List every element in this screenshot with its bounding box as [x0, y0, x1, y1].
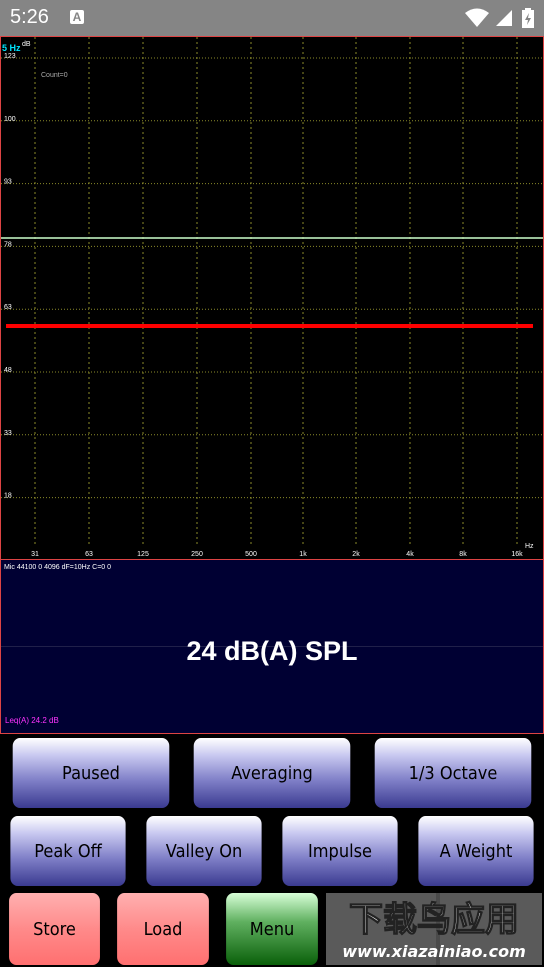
x-tick-label: 31 [31, 551, 39, 558]
svg-text:www.xiazainiao.com: www.xiazainiao.com [342, 942, 525, 961]
load-button[interactable]: Load [117, 893, 209, 965]
watermark-logo: 下载鸟应用 www.xiazainiao.com [326, 893, 542, 965]
y-tick-label: 33 [4, 430, 12, 437]
y-tick-label: 93 [4, 179, 12, 186]
x-tick-label: 1k [299, 551, 307, 558]
store-button[interactable]: Store [9, 893, 100, 965]
x-tick-label: 8k [459, 551, 467, 558]
y-tick-label: 100 [4, 116, 16, 123]
svg-text:下载鸟应用: 下载鸟应用 [349, 900, 519, 940]
impulse-button[interactable]: Impulse [282, 816, 398, 886]
reading-panel: Mic 44100 0 4096 dF=10Hz C=0 0 24 dB(A) … [0, 559, 544, 734]
status-time: 5:26 [10, 6, 49, 28]
x-tick-label: 63 [85, 551, 93, 558]
spectrum-graph[interactable]: 123 100 93 78 63 48 33 18 31 63 125 250 500 1k 2k 4k 8k 1… [0, 36, 544, 560]
x-tick-label: 250 [191, 551, 203, 558]
db-unit-label: dB [22, 41, 31, 48]
averaging-button[interactable]: Averaging [193, 738, 351, 808]
spl-reading: 24 dB(A) SPL [186, 636, 358, 666]
x-tick-label: 2k [352, 551, 360, 558]
params-text: Mic 44100 0 4096 dF=10Hz C=0 0 [4, 564, 112, 571]
wifi-icon [465, 8, 489, 27]
menu-button[interactable]: Menu [226, 893, 318, 965]
weight-button[interactable]: A Weight [418, 816, 534, 886]
status-bar: 5:26 A [0, 0, 544, 36]
spectrum-chart: 123 100 93 78 63 48 33 18 31 63 125 250 500 1k 2k 4k 8k 1… [1, 37, 543, 558]
paused-button[interactable]: Paused [12, 738, 170, 808]
peak-button[interactable]: Peak Off [10, 816, 126, 886]
x-tick-label: 4k [406, 551, 414, 558]
x-tick-label: 125 [137, 551, 149, 558]
peak-frequency-label: 5 Hz [2, 43, 21, 53]
y-tick-label: 63 [4, 304, 12, 311]
leq-readout: Leq(A) 24.2 dB [5, 716, 59, 725]
battery-icon [522, 8, 534, 28]
x-unit-label: Hz [525, 543, 534, 550]
valley-button[interactable]: Valley On [146, 816, 262, 886]
y-tick-label: 123 [4, 53, 16, 60]
y-tick-label: 48 [4, 367, 12, 374]
x-tick-label: 500 [245, 551, 257, 558]
signal-icon [496, 10, 512, 26]
octave-button[interactable]: 1/3 Octave [374, 738, 532, 808]
y-tick-label: 78 [4, 241, 12, 248]
x-tick-label: 16k [511, 551, 523, 558]
notification-icon: A [70, 10, 84, 24]
y-tick-label: 18 [4, 493, 12, 500]
count-label: Count=0 [41, 72, 68, 79]
